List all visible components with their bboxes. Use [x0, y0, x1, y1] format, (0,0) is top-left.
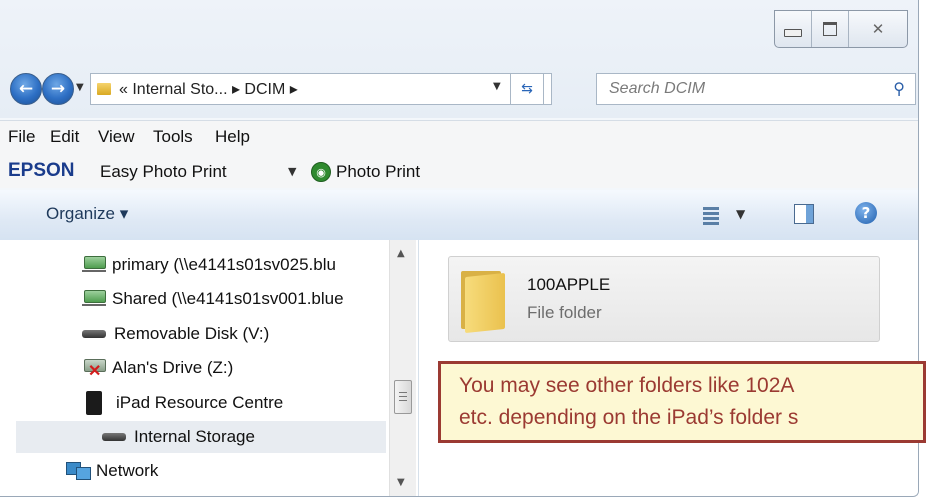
tree-item-label: Removable Disk (V:) — [114, 324, 270, 343]
epson-toolbar: EPSON Easy Photo Print ▼ ◉ Photo Print — [0, 154, 918, 188]
minimize-button[interactable] — [775, 11, 812, 47]
tree-item-shared[interactable]: Shared (\\e4141s01sv001.blue — [82, 283, 344, 315]
menu-view[interactable]: View — [98, 127, 135, 147]
tree-item-ipad-resource-centre[interactable]: iPad Resource Centre — [82, 387, 283, 419]
window-controls: ✕ — [774, 10, 908, 48]
menu-help[interactable]: Help — [215, 127, 250, 147]
back-arrow-icon: ← — [18, 79, 34, 99]
search-placeholder: Search DCIM — [609, 80, 706, 97]
tree-item-alans-drive[interactable]: ✕ Alan's Drive (Z:) — [82, 352, 233, 384]
callout-line-1: You may see other folders like 102A — [459, 374, 795, 397]
preview-pane-icon[interactable] — [794, 204, 814, 224]
close-button[interactable]: ✕ — [849, 11, 907, 47]
menu-bar: File Edit View Tools Help — [0, 120, 918, 155]
tree-item-internal-storage[interactable]: Internal Storage — [16, 421, 386, 453]
folder-icon — [97, 83, 111, 95]
close-icon: ✕ — [871, 20, 885, 38]
menu-tools[interactable]: Tools — [153, 127, 193, 147]
removable-disk-icon — [82, 330, 106, 338]
navigation-pane: primary (\\e4141s01sv025.blu Shared (\\e… — [0, 240, 419, 496]
tree-item-label: primary (\\e4141s01sv025.blu — [112, 255, 336, 274]
maximize-icon — [823, 22, 837, 36]
tree-item-label: Internal Storage — [134, 427, 255, 446]
folder-type: File folder — [527, 303, 602, 322]
easy-photo-print-button[interactable]: Easy Photo Print — [100, 162, 227, 182]
epson-logo: EPSON — [8, 160, 75, 181]
views-dropdown[interactable]: ▼ — [736, 207, 745, 221]
menu-edit[interactable]: Edit — [50, 127, 79, 147]
network-drive-icon — [82, 256, 106, 274]
scrollbar-thumb[interactable] — [394, 380, 412, 414]
tree-item-removable-disk[interactable]: Removable Disk (V:) — [82, 318, 269, 350]
folder-name: 100APPLE — [527, 275, 611, 294]
tree-item-label: Shared (\\e4141s01sv001.blue — [112, 289, 344, 308]
annotation-callout: You may see other folders like 102A etc.… — [438, 361, 926, 443]
tree-item-label: Network — [96, 461, 159, 480]
forward-arrow-icon: → — [50, 79, 66, 99]
scroll-down-icon[interactable]: ▼ — [397, 477, 405, 488]
maximize-button[interactable] — [812, 11, 849, 47]
disk-icon — [102, 433, 126, 441]
address-bar[interactable]: « Internal Sto... ▸ DCIM ▸ — [90, 73, 552, 105]
back-button[interactable]: ← — [10, 73, 42, 105]
folder-icon — [461, 267, 505, 334]
tree-item-primary[interactable]: primary (\\e4141s01sv025.blu — [82, 249, 336, 281]
refresh-button[interactable]: ⇆ — [510, 73, 544, 105]
forward-button[interactable]: → — [42, 73, 74, 105]
ipad-icon — [86, 391, 102, 415]
nav-pane-scrollbar[interactable]: ▲ ▼ — [389, 240, 416, 496]
photo-print-button[interactable]: Photo Print — [336, 162, 420, 182]
command-bar: Organize ▾ ▼ ? — [0, 190, 918, 241]
minimize-icon — [784, 29, 802, 37]
navigation-bar: ← → ▼ « Internal Sto... ▸ DCIM ▸ ▼ ⇆ Sea… — [10, 70, 916, 108]
search-icon[interactable]: ⚲ — [893, 79, 905, 98]
organize-button[interactable]: Organize ▾ — [46, 204, 128, 224]
change-view-icon[interactable] — [703, 205, 719, 225]
callout-line-2: etc. depending on the iPad’s folder s — [459, 406, 799, 429]
search-input[interactable]: Search DCIM ⚲ — [596, 73, 916, 105]
tree-item-label: iPad Resource Centre — [116, 393, 284, 412]
disconnected-drive-icon: ✕ — [82, 359, 106, 380]
menu-file[interactable]: File — [8, 127, 35, 147]
folder-item[interactable]: 100APPLE File folder — [448, 256, 880, 342]
network-icon — [66, 462, 91, 480]
tree-item-network[interactable]: Network — [66, 455, 158, 487]
tree-item-label: Alan's Drive (Z:) — [112, 358, 234, 377]
refresh-icon: ⇆ — [521, 81, 533, 97]
recent-pages-dropdown[interactable]: ▼ — [76, 82, 84, 93]
help-icon[interactable]: ? — [855, 202, 877, 224]
photo-print-icon[interactable]: ◉ — [311, 162, 331, 182]
scroll-up-icon[interactable]: ▲ — [397, 248, 405, 259]
address-dropdown[interactable]: ▼ — [493, 81, 501, 92]
easy-photo-print-dropdown[interactable]: ▼ — [288, 165, 296, 178]
address-path[interactable]: « Internal Sto... ▸ DCIM ▸ — [119, 79, 298, 99]
network-drive-icon — [82, 290, 106, 308]
